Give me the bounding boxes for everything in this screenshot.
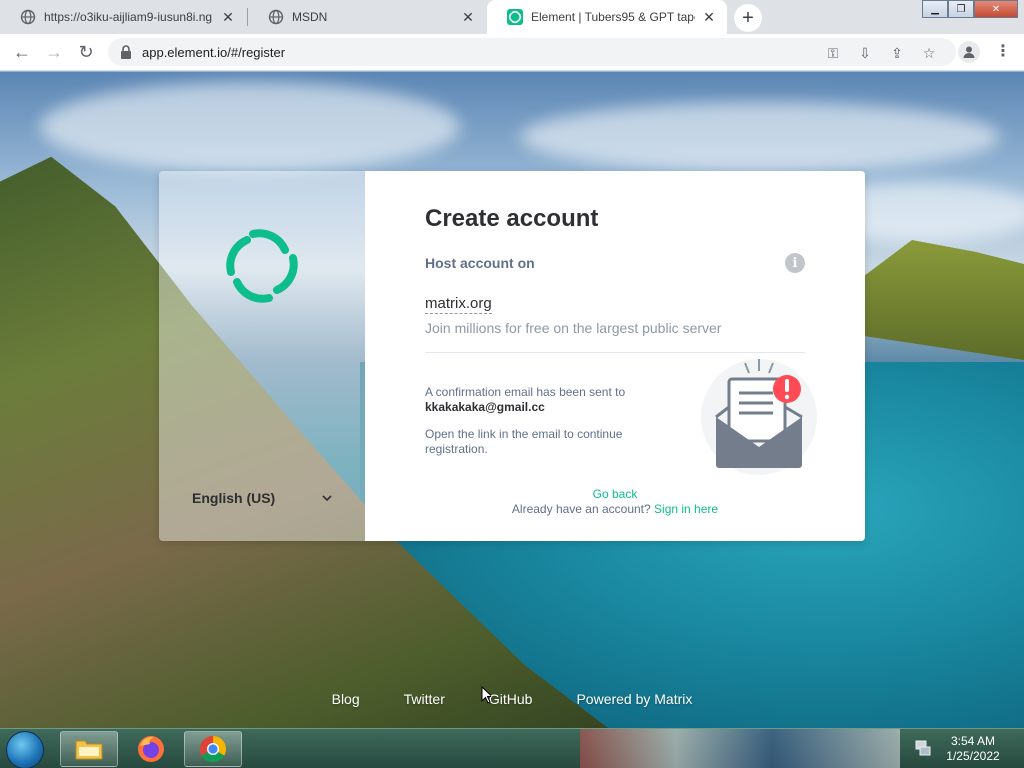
auth-body-panel: Create account Host account on i matrix.… xyxy=(365,171,865,541)
footer-link-github[interactable]: GitHub xyxy=(489,691,533,707)
tab-1[interactable]: https://o3iku-aijliam9-iusun8i.ng ✕ xyxy=(0,0,246,34)
already-account-text: Already have an account? xyxy=(511,502,651,516)
close-tab-icon[interactable]: ✕ xyxy=(701,9,717,25)
page-title: Create account xyxy=(425,205,599,232)
language-label: English (US) xyxy=(192,490,276,506)
browser-toolbar: ← → ↻ app.element.io/#/register ⚿ ⇩ ⇪ ☆ … xyxy=(0,34,1024,71)
star-icon[interactable]: ☆ xyxy=(920,44,938,62)
taskbar-firefox[interactable] xyxy=(122,731,180,767)
cloud xyxy=(520,102,1000,172)
key-icon[interactable]: ⚿ xyxy=(824,44,842,62)
restore-button[interactable]: ❐ xyxy=(948,0,974,18)
go-back-link[interactable]: Go back xyxy=(593,487,638,501)
footer-link-matrix[interactable]: Powered by Matrix xyxy=(576,691,692,707)
sign-in-link[interactable]: Sign in here xyxy=(654,502,718,516)
auth-dialog: English (US) Create account Host account… xyxy=(159,171,865,541)
person-icon xyxy=(963,46,975,58)
mouse-cursor-icon xyxy=(481,686,491,704)
profile-avatar[interactable] xyxy=(958,41,980,63)
network-icon[interactable] xyxy=(914,739,932,757)
start-button[interactable] xyxy=(6,731,44,768)
back-button[interactable]: ← xyxy=(10,40,34,64)
host-label: Host account on xyxy=(425,255,535,271)
auth-header-panel: English (US) xyxy=(159,171,365,541)
globe-icon xyxy=(268,9,284,25)
reload-button[interactable]: ↻ xyxy=(74,40,98,64)
forward-arrow-icon: → xyxy=(45,41,63,62)
install-icon[interactable]: ⇩ xyxy=(856,44,874,62)
info-icon[interactable]: i xyxy=(785,253,805,273)
footer-link-twitter[interactable]: Twitter xyxy=(404,691,445,707)
close-tab-icon[interactable]: ✕ xyxy=(220,9,236,25)
auth-links: Go back Already have an account? Sign in… xyxy=(365,487,865,517)
instruction-text: Open the link in the email to continue r… xyxy=(425,427,623,456)
clock-date: 1/25/2022 xyxy=(946,749,1000,763)
tab-title: https://o3iku-aijliam9-iusun8i.ng xyxy=(44,10,213,24)
forward-button[interactable]: → xyxy=(42,40,66,64)
back-arrow-icon: ← xyxy=(13,41,31,62)
host-row: Host account on i xyxy=(425,253,805,273)
element-favicon-icon xyxy=(507,9,523,25)
tab-title: Element | Tubers95 & GPT tapes xyxy=(531,10,695,24)
footer-link-blog[interactable]: Blog xyxy=(332,691,360,707)
windows-taskbar: 3:54 AM 1/25/2022 xyxy=(0,728,1024,768)
plus-icon: + xyxy=(742,6,754,29)
tab-3-active[interactable]: Element | Tubers95 & GPT tapes ✕ xyxy=(487,0,727,34)
email-confirmation: A confirmation email has been sent to kk… xyxy=(425,359,817,495)
taskbar-explorer[interactable] xyxy=(60,731,118,767)
confirmation-message: A confirmation email has been sent to xyxy=(425,385,626,399)
folder-icon xyxy=(75,740,103,760)
server-description: Join millions for free on the largest pu… xyxy=(425,320,805,353)
server-name[interactable]: matrix.org xyxy=(425,295,492,314)
tab-title: MSDN xyxy=(292,10,328,24)
wallpaper-strip xyxy=(580,729,900,768)
taskbar-chrome[interactable] xyxy=(184,731,242,767)
new-tab-button[interactable]: + xyxy=(734,4,762,32)
window-close-button[interactable]: ✕ xyxy=(974,0,1018,18)
reload-icon: ↻ xyxy=(78,41,94,62)
url-text: app.element.io/#/register xyxy=(142,45,286,60)
system-clock[interactable]: 3:54 AM 1/25/2022 xyxy=(938,734,1008,764)
more-menu-icon[interactable]: ⋮ xyxy=(995,42,1011,62)
window-controls: ▁ ❐ ✕ xyxy=(922,0,1018,18)
cloud xyxy=(40,82,460,172)
minimize-button[interactable]: ▁ xyxy=(922,0,948,18)
lock-icon xyxy=(121,45,131,59)
firefox-icon xyxy=(138,736,164,762)
footer-links: Blog Twitter GitHub Powered by Matrix xyxy=(0,691,1024,707)
browser-tab-bar: https://o3iku-aijliam9-iusun8i.ng ✕ MSDN… xyxy=(0,0,1024,34)
close-tab-icon[interactable]: ✕ xyxy=(460,9,476,25)
envelope-alert-icon xyxy=(701,359,817,475)
share-icon[interactable]: ⇪ xyxy=(888,44,906,62)
language-selector[interactable]: English (US) xyxy=(192,490,332,506)
element-logo-icon xyxy=(226,229,298,303)
tab-2[interactable]: MSDN ✕ xyxy=(248,0,486,34)
globe-icon xyxy=(20,9,36,25)
chrome-icon xyxy=(199,735,227,763)
confirmation-text: A confirmation email has been sent to kk… xyxy=(425,385,675,457)
mountain-ridge xyxy=(864,240,1024,360)
clock-time: 3:54 AM xyxy=(950,734,996,748)
chevron-down-icon xyxy=(322,495,332,501)
email-address: kkakakaka@gmail.cc xyxy=(425,400,545,414)
